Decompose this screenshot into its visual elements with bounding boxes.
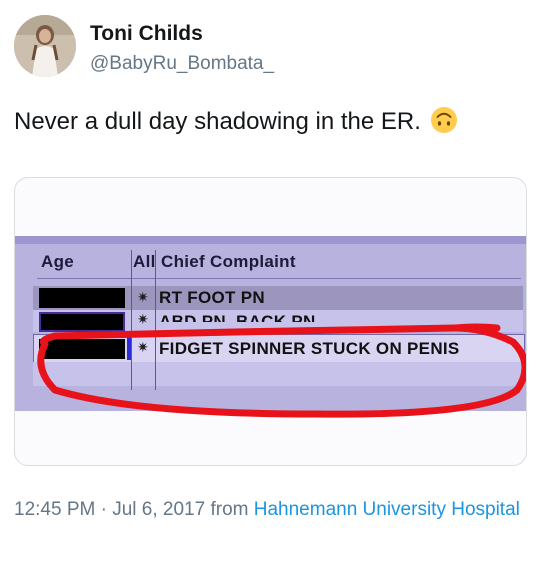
tweet-media-image[interactable]: Age All Chief Complaint ✷ RT FOOT PN ✷ A… bbox=[14, 177, 527, 466]
source-link[interactable]: Hahnemann University Hospital bbox=[254, 499, 520, 520]
tweet-text: Never a dull day shadowing in the ER. bbox=[14, 106, 458, 136]
red-circle-annotation bbox=[37, 323, 526, 418]
author-name[interactable]: Toni Childs bbox=[90, 22, 203, 46]
profile-avatar-image bbox=[14, 15, 76, 77]
tweet-timestamp: 12:45 PM · Jul 6, 2017 from Hahnemann Un… bbox=[14, 496, 524, 524]
date-text[interactable]: Jul 6, 2017 bbox=[112, 499, 205, 520]
avatar[interactable] bbox=[14, 15, 76, 77]
author-handle[interactable]: @BabyRu_Bombata_ bbox=[90, 53, 274, 75]
time-text[interactable]: 12:45 PM bbox=[14, 499, 95, 520]
upside-down-face-icon bbox=[430, 107, 457, 133]
from-text: from bbox=[205, 499, 254, 520]
separator: · bbox=[95, 499, 113, 520]
tweet-body: Never a dull day shadowing in the ER. bbox=[14, 108, 421, 135]
